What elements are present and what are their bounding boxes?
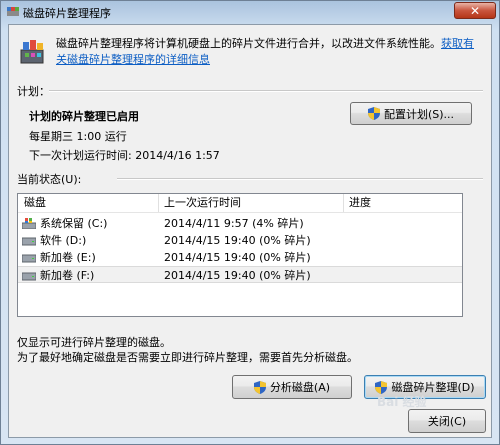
system-drive-icon [22, 218, 36, 229]
dialog-body: 磁盘碎片整理程序将计算机硬盘上的碎片文件进行合并，以改进文件系统性能。获取有关磁… [8, 24, 492, 438]
hard-drive-icon [22, 254, 36, 263]
window-close-button[interactable]: ✕ [454, 2, 496, 19]
schedule-next-run: 下一次计划运行时间: 2014/4/16 1:57 [29, 149, 220, 162]
schedule-status: 计划的碎片整理已启用 [29, 110, 139, 123]
window-title: 磁盘碎片整理程序 [23, 7, 111, 20]
close-button[interactable]: 关闭(C) [408, 409, 486, 433]
disk-row[interactable]: 系统保留 (C:) 2014/4/11 9:57 (4% 碎片) [18, 215, 462, 232]
disk-row-selected[interactable]: 新加卷 (F:) 2014/4/15 19:40 (0% 碎片) [18, 266, 462, 283]
schedule-separator [49, 90, 483, 92]
column-disk[interactable]: 磁盘 [24, 196, 46, 212]
defrag-large-icon [20, 40, 44, 64]
footnote-1: 仅显示可进行碎片整理的磁盘。 [17, 336, 171, 349]
hard-drive-icon [22, 237, 36, 246]
schedule-frequency: 每星期三 1:00 运行 [29, 130, 127, 143]
watermark-logo: Bai 经验 [377, 395, 427, 409]
disk-name: 系统保留 (C:) [40, 217, 108, 230]
disk-last-run: 2014/4/15 19:40 (0% 碎片) [164, 251, 311, 264]
configure-schedule-button[interactable]: 配置计划(S)... [350, 102, 472, 125]
uac-shield-icon [375, 380, 388, 394]
column-divider[interactable] [343, 194, 344, 212]
disk-list[interactable]: 磁盘 上一次运行时间 进度 系统保留 (C:) 2014/4/11 9:57 (… [17, 193, 463, 317]
column-divider[interactable] [158, 194, 159, 212]
disk-last-run: 2014/4/15 19:40 (0% 碎片) [164, 234, 311, 247]
disk-row[interactable]: 软件 (D:) 2014/4/15 19:40 (0% 碎片) [18, 232, 462, 249]
disk-name: 新加卷 (E:) [40, 251, 96, 264]
status-separator [117, 178, 483, 180]
uac-shield-icon [253, 380, 266, 394]
intro-text: 磁盘碎片整理程序将计算机硬盘上的碎片文件进行合并，以改进文件系统性能。获取有关磁… [56, 36, 481, 68]
disk-list-header: 磁盘 上一次运行时间 进度 [18, 194, 462, 213]
disk-last-run: 2014/4/11 9:57 (4% 碎片) [164, 217, 304, 230]
schedule-group-label: 计划： [17, 85, 50, 98]
analyze-disk-button[interactable]: 分析磁盘(A) [232, 375, 352, 399]
footnote-2: 为了最好地确定磁盘是否需要立即进行碎片整理，需要首先分析磁盘。 [17, 351, 358, 364]
disk-name: 新加卷 (F:) [40, 269, 95, 282]
disk-row[interactable]: 新加卷 (E:) 2014/4/15 19:40 (0% 碎片) [18, 249, 462, 266]
close-button-label: 关闭(C) [427, 415, 467, 428]
defrag-app-icon [7, 7, 19, 16]
defrag-window: 磁盘碎片整理程序 ✕ 磁盘碎片整理程序将计算机硬盘上的碎片文件进行合并，以改进文… [0, 0, 500, 445]
analyze-disk-label: 分析磁盘(A) [269, 381, 331, 394]
disk-name: 软件 (D:) [40, 234, 87, 247]
title-bar[interactable]: 磁盘碎片整理程序 ✕ [1, 1, 500, 23]
configure-schedule-label: 配置计划(S)... [383, 107, 455, 121]
column-progress[interactable]: 进度 [349, 196, 371, 212]
intro-description: 磁盘碎片整理程序将计算机硬盘上的碎片文件进行合并，以改进文件系统性能。 [56, 37, 441, 50]
column-last-run[interactable]: 上一次运行时间 [164, 196, 241, 212]
current-status-label: 当前状态(U): [17, 173, 82, 186]
hard-drive-icon [22, 272, 36, 281]
uac-shield-icon [367, 107, 380, 120]
disk-last-run: 2014/4/15 19:40 (0% 碎片) [164, 269, 311, 282]
